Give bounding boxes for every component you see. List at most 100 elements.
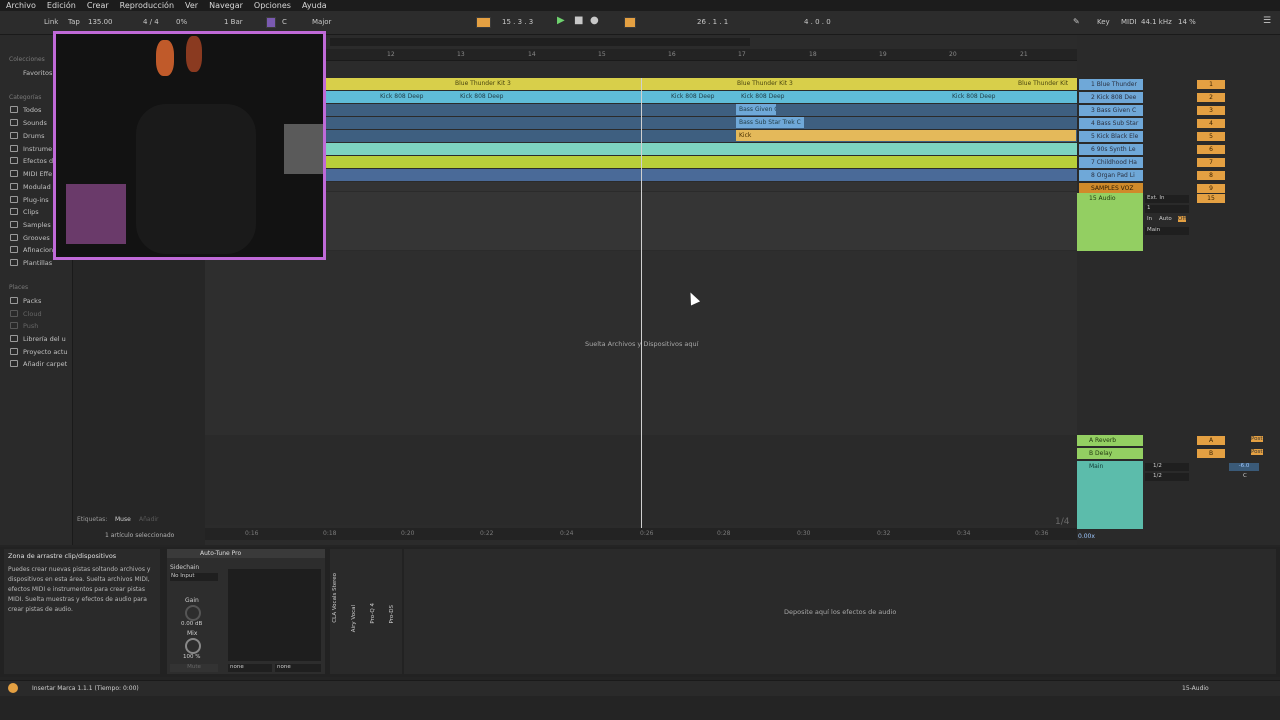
sidechain-none-2[interactable]: none xyxy=(275,664,321,672)
track-header[interactable]: 8 Organ Pad Li xyxy=(1079,170,1143,181)
track-header[interactable]: 7 Childhood Ha xyxy=(1079,157,1143,168)
clip-kick-808[interactable]: Kick 808 Deep xyxy=(668,91,738,102)
return-letter[interactable]: B xyxy=(1197,449,1225,458)
cue-button[interactable]: C xyxy=(1243,473,1247,479)
clip-thunder[interactable]: Blue Thunder Kit xyxy=(1015,78,1077,89)
output-select[interactable]: Main xyxy=(1145,227,1189,235)
master-out-1[interactable]: 1/2 xyxy=(1145,463,1189,471)
gain-knob[interactable] xyxy=(185,605,201,621)
sidechain-none-1[interactable]: none xyxy=(228,664,272,672)
key-map-button[interactable]: Key xyxy=(1097,18,1110,26)
browser-item-samples[interactable]: Samples xyxy=(23,221,51,229)
track-number[interactable]: 8 xyxy=(1197,171,1225,180)
place-current-project[interactable]: Proyecto actu xyxy=(23,348,68,356)
info-icon[interactable] xyxy=(8,683,18,693)
browser-item-tunings[interactable]: Afinacion xyxy=(23,246,53,254)
automation-arm-icon[interactable] xyxy=(624,17,636,28)
loop-length[interactable]: 4 . 0 . 0 xyxy=(804,18,831,26)
clip-thunder[interactable]: Blue Thunder Kit 3 xyxy=(452,78,732,89)
midi-map-button[interactable]: MIDI xyxy=(1121,18,1137,26)
sidechain-input[interactable]: No Input xyxy=(170,573,218,581)
browser-item-instruments[interactable]: Instrume xyxy=(23,145,52,153)
browser-item-midi-effects[interactable]: MIDI Effe xyxy=(23,170,52,178)
monitor-auto[interactable]: Auto xyxy=(1159,216,1172,222)
audio-track-header[interactable]: 15 Audio xyxy=(1077,193,1143,251)
input-channel-select[interactable]: 1 xyxy=(1145,205,1189,213)
tag-muse[interactable]: Muse xyxy=(115,516,131,523)
browser-item-sounds[interactable]: Sounds xyxy=(23,119,47,127)
menu-reproduccion[interactable]: Reproducción xyxy=(120,1,174,10)
master-volume[interactable]: -6.0 xyxy=(1229,463,1259,471)
track-number[interactable]: 7 xyxy=(1197,158,1225,167)
browser-item-grooves[interactable]: Grooves xyxy=(23,234,50,242)
browser-item-clips[interactable]: Clips xyxy=(23,208,39,216)
effect-chain[interactable]: CLA Vocals Stereo Airy Vocal Pro-Q 4 Pro… xyxy=(330,549,402,674)
tap-button[interactable]: Tap xyxy=(68,18,80,26)
plugin-pro-ds[interactable]: Pro-DS xyxy=(389,605,395,624)
monitor-in[interactable]: In xyxy=(1147,216,1152,222)
master-out-2[interactable]: 1/2 xyxy=(1145,473,1189,481)
key-field[interactable]: C xyxy=(282,18,287,26)
browser-item-plugins[interactable]: Plug-ins xyxy=(23,196,49,204)
beat-ruler[interactable]: 12 13 14 15 16 17 18 19 20 21 xyxy=(205,49,1077,61)
track-number[interactable]: 5 xyxy=(1197,132,1225,141)
plugin-airy-vocal[interactable]: Airy Vocal xyxy=(351,605,357,632)
menu-ayuda[interactable]: Ayuda xyxy=(302,1,327,10)
mute-button[interactable]: Mute xyxy=(170,664,218,672)
arrangement-view[interactable]: 12 13 14 15 16 17 18 19 20 21 Blue Thund… xyxy=(205,35,1077,545)
track-number[interactable]: 4 xyxy=(1197,119,1225,128)
quantization-menu[interactable]: 1 Bar xyxy=(224,18,243,26)
browser-item-templates[interactable]: Plantillas xyxy=(23,259,52,267)
mix-knob[interactable] xyxy=(185,638,201,654)
groove-amount[interactable]: 0% xyxy=(176,18,187,26)
plugin-display[interactable] xyxy=(228,569,321,661)
stop-icon[interactable]: ■ xyxy=(574,15,583,26)
track-number[interactable]: 9 xyxy=(1197,184,1225,193)
device-auto-tune[interactable]: Auto-Tune Pro Sidechain No Input Gain 0.… xyxy=(167,549,325,674)
menu-opciones[interactable]: Opciones xyxy=(254,1,291,10)
place-add-folder[interactable]: Añadir carpet xyxy=(23,360,67,368)
browser-item-todos[interactable]: Todos xyxy=(23,106,41,114)
tempo-field[interactable]: 135.00 xyxy=(88,18,113,26)
track-header[interactable]: 5 Kick Black Ele xyxy=(1079,131,1143,142)
follow-icon[interactable] xyxy=(476,17,491,28)
browser-item-drums[interactable]: Drums xyxy=(23,132,45,140)
clip-bass-sub[interactable]: Bass Sub Star Trek C xyxy=(736,117,804,128)
return-track-b[interactable]: B Delay xyxy=(1077,448,1143,459)
post-button[interactable]: Post xyxy=(1251,436,1263,442)
track-header[interactable]: 4 Bass Sub Star xyxy=(1079,118,1143,129)
return-track-a[interactable]: A Reverb xyxy=(1077,435,1143,446)
master-track[interactable]: Main xyxy=(1077,461,1143,529)
browser-item-modulators[interactable]: Modulad xyxy=(23,183,51,191)
browser-favorites[interactable]: Favoritos xyxy=(23,69,52,77)
clip-bass-given[interactable]: Bass Given C xyxy=(736,104,776,115)
place-push[interactable]: Push xyxy=(23,322,38,330)
track-number[interactable]: 6 xyxy=(1197,145,1225,154)
menu-edicion[interactable]: Edición xyxy=(47,1,76,10)
scale-field[interactable]: Major xyxy=(312,18,331,26)
time-signature[interactable]: 4 / 4 xyxy=(143,18,159,26)
pencil-icon[interactable]: ✎ xyxy=(1073,17,1080,26)
place-user-library[interactable]: Librería del u xyxy=(23,335,66,343)
menu-icon[interactable]: ☰ xyxy=(1263,16,1271,26)
browser-item-effects[interactable]: Efectos d xyxy=(23,157,53,165)
menu-navegar[interactable]: Navegar xyxy=(209,1,243,10)
return-letter[interactable]: A xyxy=(1197,436,1225,445)
menu-archivo[interactable]: Archivo xyxy=(6,1,36,10)
arrangement-position[interactable]: 15 . 3 . 3 xyxy=(502,18,533,26)
plugin-cla-vocals[interactable]: CLA Vocals Stereo xyxy=(332,573,338,623)
menu-ver[interactable]: Ver xyxy=(185,1,198,10)
menu-crear[interactable]: Crear xyxy=(87,1,109,10)
overview-strip[interactable] xyxy=(330,38,750,46)
key-icon[interactable] xyxy=(266,17,276,28)
track-header[interactable]: 3 Bass Given C xyxy=(1079,105,1143,116)
input-type-select[interactable]: Ext. In xyxy=(1145,195,1189,203)
clip-kick[interactable]: Kick xyxy=(736,130,1076,141)
monitor-off[interactable]: Off xyxy=(1178,216,1187,222)
link-button[interactable]: Link xyxy=(44,18,58,26)
track-header[interactable]: 1 Blue Thunder xyxy=(1079,79,1143,90)
place-packs[interactable]: Packs xyxy=(23,297,41,305)
time-ruler[interactable]: 0:16 0:18 0:20 0:22 0:24 0:26 0:28 0:30 … xyxy=(205,528,1077,540)
clip-kick-808[interactable]: Kick 808 Deep xyxy=(949,91,1019,102)
clip-kick-808[interactable]: Kick 808 Deep xyxy=(377,91,457,102)
